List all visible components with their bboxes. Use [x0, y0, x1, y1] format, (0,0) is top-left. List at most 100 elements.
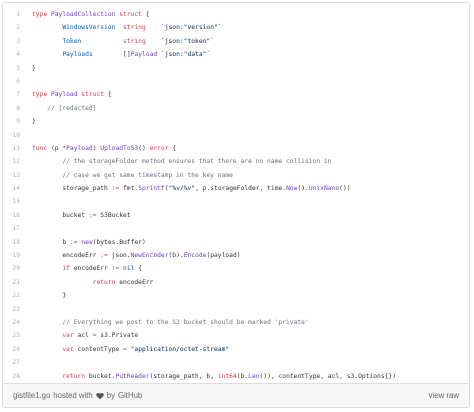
line-number[interactable]: 15	[3, 195, 31, 208]
code-token: struct	[115, 11, 142, 18]
gist-footer: gistfile1.go hosted with by GitHub view …	[3, 383, 469, 407]
code-token: bucket.	[85, 372, 116, 380]
code-line: 26 var contentType = "application/octet-…	[3, 343, 469, 356]
code-token: Now	[286, 185, 298, 193]
code-text: }	[31, 115, 36, 128]
code-text: }	[31, 289, 66, 302]
code-line: 8 // [redacted]	[3, 102, 469, 115]
line-number[interactable]: 17	[3, 222, 31, 235]
code-token: string	[123, 24, 146, 32]
code-token: UploadToS3	[100, 144, 139, 152]
code-token: {	[104, 91, 112, 99]
line-number[interactable]: 9	[3, 115, 31, 128]
code-text: return encodeErr	[31, 276, 154, 289]
code-line: 17	[3, 222, 469, 235]
code-token: {	[141, 11, 150, 18]
code-token: WindowsVersion	[62, 24, 116, 32]
gist-filename-link[interactable]: gistfile1.go	[13, 391, 50, 400]
code-line: 21 return encodeErr	[3, 276, 469, 289]
code-text: // [redacted]	[31, 102, 96, 115]
code-line: 16 bucket := S3Bucket	[3, 209, 469, 222]
code-token: storage_path	[32, 185, 112, 193]
code-token: encodeErr	[115, 278, 154, 286]
code-token: }	[32, 64, 36, 72]
code-token: s3.Private	[96, 332, 139, 340]
code-token: (bytes.Buffer)	[92, 238, 146, 246]
line-number[interactable]: 13	[3, 169, 31, 182]
code-token: // case we get same timestamp in the key…	[32, 171, 233, 179]
code-text: func (p *Payload) UploadToS3() error {	[31, 142, 176, 155]
code-token: `json:"data"`	[160, 51, 211, 59]
code-token: []	[123, 51, 131, 59]
code-text: }	[31, 62, 36, 75]
line-number[interactable]: 8	[3, 102, 31, 115]
line-number[interactable]: 22	[3, 289, 31, 302]
code-token: if	[62, 265, 70, 273]
code-line: 22 }	[3, 289, 469, 302]
code-token: encodeErr	[69, 265, 112, 273]
line-number[interactable]: 3	[3, 35, 31, 48]
code-token: Len	[248, 372, 260, 380]
line-number[interactable]: 26	[3, 343, 31, 356]
line-number[interactable]: 20	[3, 262, 31, 275]
code-line: 12 // the storageFolder method ensures t…	[3, 155, 469, 168]
line-number[interactable]: 28	[3, 370, 31, 383]
line-number[interactable]: 27	[3, 356, 31, 369]
code-text: type Payload struct {	[31, 88, 112, 101]
code-text: encodeErr := json.NewEncoder(b).Encode(p…	[31, 249, 240, 262]
code-token: contentType	[73, 345, 124, 353]
code-text: var acl = s3.Private	[31, 329, 138, 342]
code-token: bucket	[32, 211, 89, 219]
line-number[interactable]: 5	[3, 62, 31, 75]
line-number[interactable]: 2	[3, 21, 31, 34]
code-token: "application/octet-stream"	[130, 345, 230, 353]
line-number[interactable]: 14	[3, 182, 31, 195]
line-number[interactable]: 7	[3, 88, 31, 101]
line-number[interactable]: 25	[3, 329, 31, 342]
line-number[interactable]: 6	[3, 75, 31, 88]
code-token: {	[134, 265, 142, 273]
code-line: 28 return bucket.PutReader(storage_path,…	[3, 370, 469, 383]
code-token: :=	[100, 252, 108, 260]
code-token: Token	[62, 37, 82, 45]
line-number[interactable]: 23	[3, 303, 31, 316]
code-token: , p.storageFolder, time.	[195, 185, 287, 193]
code-token: int64	[217, 372, 237, 380]
code-token: S3Bucket	[96, 211, 131, 219]
code-text: WindowsVersion string `json:"version"`	[31, 21, 221, 34]
code-line: 24 // Everything we post to the S3 bucke…	[3, 316, 469, 329]
line-number[interactable]: 16	[3, 209, 31, 222]
line-number[interactable]: 19	[3, 249, 31, 262]
code-token: b	[32, 238, 70, 246]
code-token: error	[149, 144, 169, 152]
code-token: string	[123, 37, 146, 45]
code-text: bucket := S3Bucket	[31, 209, 131, 222]
github-link[interactable]: GitHub	[118, 391, 142, 400]
code-token: }	[32, 292, 67, 300]
code-line: 11 func (p *Payload) UploadToS3() error {	[3, 142, 469, 155]
code-text: var contentType = "application/octet-str…	[31, 343, 229, 356]
code-token: type	[32, 11, 51, 18]
code-text: Payloads []Payload `json:"data"`	[31, 48, 210, 61]
line-number[interactable]: 1	[3, 8, 31, 21]
line-number[interactable]: 10	[3, 129, 31, 142]
code-token: // [redacted]	[32, 104, 97, 112]
line-number[interactable]: 12	[3, 155, 31, 168]
line-number[interactable]: 11	[3, 142, 31, 155]
line-number[interactable]: 18	[3, 236, 31, 249]
line-number[interactable]: 4	[3, 48, 31, 61]
line-number[interactable]: 24	[3, 316, 31, 329]
code-line: 7 type Payload struct {	[3, 88, 469, 101]
line-number[interactable]: 21	[3, 276, 31, 289]
view-raw-link[interactable]: view raw	[429, 391, 459, 400]
code-token: ())	[339, 185, 351, 193]
